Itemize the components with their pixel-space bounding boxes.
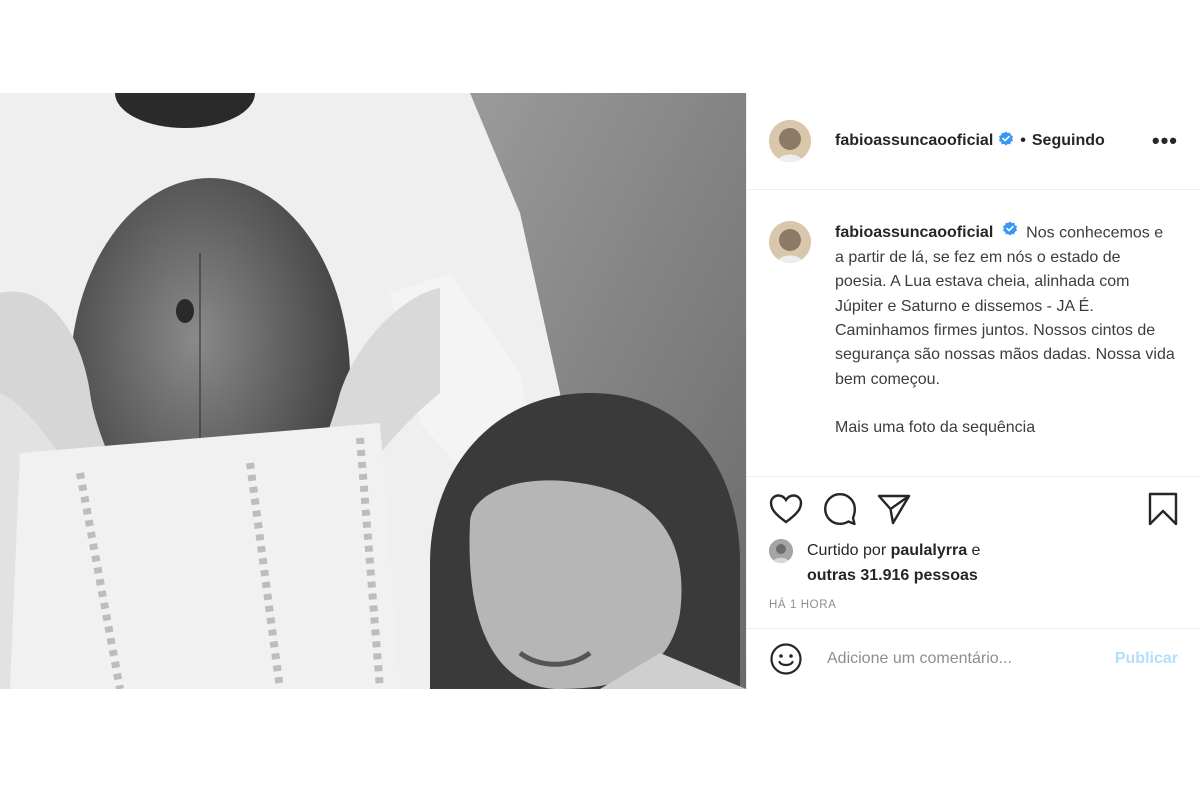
verified-badge-icon (1002, 221, 1018, 245)
post-timestamp[interactable]: HÁ 1 HORA (769, 599, 836, 611)
verified-badge-icon (998, 131, 1014, 152)
first-liker-link[interactable]: paulalyrra (891, 542, 967, 559)
likes-summary: Curtido por paulalyrra e outras 31.916 p… (769, 538, 980, 588)
header-user-line: fabioassuncaooficial • Seguindo (835, 131, 1105, 152)
post-header: fabioassuncaooficial • Seguindo ••• (747, 93, 1200, 190)
paper-plane-icon[interactable] (877, 493, 911, 525)
other-likers-link[interactable]: outras 31.916 pessoas (807, 567, 978, 584)
header-username[interactable]: fabioassuncaooficial (835, 132, 993, 150)
emoji-icon[interactable] (769, 642, 803, 676)
caption-body: Nos conhecemos e a partir de lá, se fez … (835, 224, 1175, 388)
caption-text: fabioassuncaooficial Nos conhecemos e a … (835, 221, 1175, 441)
instagram-post: fabioassuncaooficial • Seguindo ••• fabi… (0, 93, 1200, 689)
comment-icon[interactable] (823, 492, 857, 526)
post-side-panel: fabioassuncaooficial • Seguindo ••• fabi… (746, 93, 1200, 689)
more-options-button[interactable]: ••• (1152, 128, 1178, 154)
bookmark-icon[interactable] (1148, 492, 1178, 526)
action-bar (769, 491, 1178, 527)
avatar-image (769, 120, 811, 162)
caption-author-avatar[interactable] (769, 221, 811, 263)
comment-bar: Publicar (747, 628, 1200, 689)
caption-section: fabioassuncaooficial Nos conhecemos e a … (747, 191, 1199, 477)
likes-connector: e (971, 542, 981, 559)
publish-button[interactable]: Publicar (1115, 650, 1178, 668)
likes-prefix: Curtido por (807, 542, 887, 559)
liker-avatar[interactable] (769, 539, 793, 563)
follow-status-button[interactable]: Seguindo (1032, 132, 1105, 150)
avatar-image (769, 221, 811, 263)
author-avatar[interactable] (769, 120, 811, 162)
caption-more-text: Mais uma foto da sequência (835, 419, 1036, 437)
post-photo-image (0, 93, 746, 689)
comment-input[interactable] (825, 649, 1089, 669)
caption-username[interactable]: fabioassuncaooficial (835, 224, 993, 241)
separator-dot: • (1020, 132, 1026, 149)
heart-icon[interactable] (769, 493, 803, 525)
post-photo[interactable] (0, 93, 746, 689)
